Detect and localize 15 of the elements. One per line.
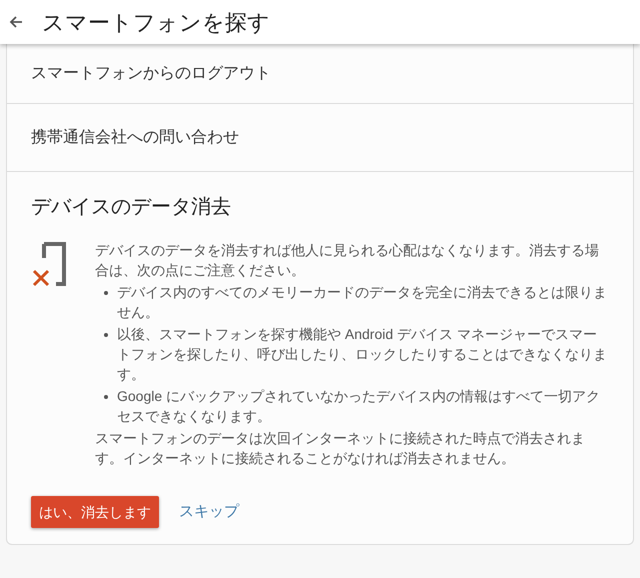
- section-title: デバイスのデータ消去: [31, 195, 232, 220]
- skip-link[interactable]: スキップ: [179, 500, 239, 524]
- description-text: デバイスのデータを消去すれば他人に見られる心配はなくなります。消去する場合は、次の点にご注意ください。: [95, 241, 600, 280]
- bullet-text: Google にバックアップされていなかったデバイス内の情報はすべて一切アクセスできなくなります。: [117, 387, 602, 426]
- menu-item[interactable]: スマートフォンからのログアウト: [31, 62, 271, 86]
- phone-erase-icon: [31, 242, 67, 288]
- bullet-text: デバイス内のすべてのメモリーカードのデータを完全に消去できるとは限りません。: [117, 283, 608, 322]
- page-title: スマートフォンを探す: [42, 8, 270, 36]
- menu-item[interactable]: 携帯通信会社への問い合わせ: [31, 126, 239, 150]
- note-text: スマートフォンのデータは次回インターネットに接続された時点で消去されます。インターネットに接続されることがなければ消去されません。: [95, 429, 586, 468]
- bullet-icon: [104, 291, 108, 295]
- bullet-text: 以後、スマートフォンを探す機能や Android デバイス マネージャーでスマートフォンを探したり、呼び出したり、ロックしたりすることはできなくなります。: [117, 325, 608, 384]
- bullet-icon: [104, 333, 108, 337]
- bullet-icon: [104, 395, 108, 399]
- erase-button[interactable]: はい、消去します: [31, 496, 159, 528]
